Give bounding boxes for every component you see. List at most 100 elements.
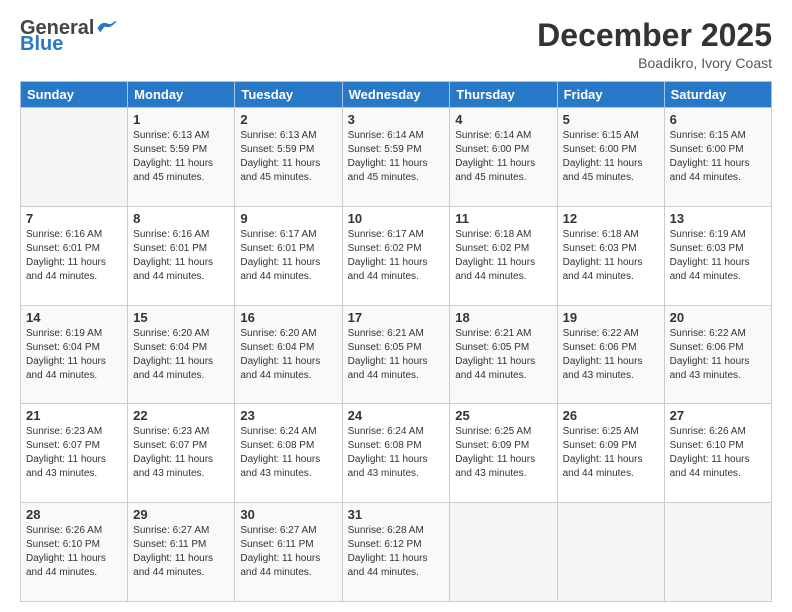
day-of-week-header: Friday [557, 82, 664, 108]
day-number: 29 [133, 507, 229, 522]
day-info: Sunrise: 6:16 AM Sunset: 6:01 PM Dayligh… [133, 228, 229, 284]
calendar-cell: 21Sunrise: 6:23 AM Sunset: 6:07 PM Dayli… [21, 404, 128, 503]
day-of-week-header: Thursday [450, 82, 557, 108]
day-info: Sunrise: 6:17 AM Sunset: 6:01 PM Dayligh… [240, 228, 336, 284]
calendar-table: SundayMondayTuesdayWednesdayThursdayFrid… [20, 81, 772, 602]
calendar-cell: 26 Sunrise: 6:25 AM Sunset: 6:09 PM Dayli… [557, 404, 664, 503]
day-info: Sunrise: 6:27 AM Sunset: 6:11 PM Dayligh… [240, 524, 336, 580]
day-number: 22 [133, 408, 229, 423]
day-info: Sunrise: 6:19 AM Sunset: 6:03 PM Dayligh… [670, 228, 766, 284]
calendar-week-row: 7Sunrise: 6:16 AM Sunset: 6:01 PM Daylig… [21, 206, 772, 305]
day-info: Sunrise: 6:17 AM Sunset: 6:02 PM Dayligh… [348, 228, 445, 284]
day-info: Sunrise: 6:13 AM Sunset: 5:59 PM Dayligh… [133, 129, 229, 185]
calendar-cell: 24Sunrise: 6:24 AM Sunset: 6:08 PM Dayli… [342, 404, 450, 503]
day-number: 28 [26, 507, 122, 522]
day-info: Sunrise: 6:18 AM Sunset: 6:03 PM Dayligh… [563, 228, 659, 284]
day-info: Sunrise: 6:23 AM Sunset: 6:07 PM Dayligh… [133, 425, 229, 481]
day-number: 19 [563, 310, 659, 325]
day-number: 18 [455, 310, 551, 325]
logo-blue: Blue [20, 34, 118, 54]
calendar-week-row: 14 Sunrise: 6:19 AM Sunset: 6:04 PM Dayli… [21, 305, 772, 404]
day-info: Sunrise: 6:26 AM Sunset: 6:10 PM Dayligh… [670, 425, 766, 481]
calendar-cell: 1 Sunrise: 6:13 AM Sunset: 5:59 PM Daylig… [128, 108, 235, 207]
day-info: Sunrise: 6:21 AM Sunset: 6:05 PM Dayligh… [348, 327, 445, 383]
day-info: Sunrise: 6:25 AM Sunset: 6:09 PM Dayligh… [455, 425, 551, 481]
calendar-cell: 6 Sunrise: 6:15 AM Sunset: 6:00 PM Daylig… [664, 108, 771, 207]
day-number: 6 [670, 112, 766, 127]
logo-name: General Blue [20, 18, 118, 54]
calendar-cell: 12 Sunrise: 6:18 AM Sunset: 6:03 PM Dayli… [557, 206, 664, 305]
day-info: Sunrise: 6:25 AM Sunset: 6:09 PM Dayligh… [563, 425, 659, 481]
day-info: Sunrise: 6:20 AM Sunset: 6:04 PM Dayligh… [133, 327, 229, 383]
day-number: 3 [348, 112, 445, 127]
calendar-cell: 18Sunrise: 6:21 AM Sunset: 6:05 PM Dayli… [450, 305, 557, 404]
calendar-cell: 16Sunrise: 6:20 AM Sunset: 6:04 PM Dayli… [235, 305, 342, 404]
day-info: Sunrise: 6:18 AM Sunset: 6:02 PM Dayligh… [455, 228, 551, 284]
calendar-cell [21, 108, 128, 207]
calendar-cell: 20 Sunrise: 6:22 AM Sunset: 6:06 PM Dayli… [664, 305, 771, 404]
day-info: Sunrise: 6:15 AM Sunset: 6:00 PM Dayligh… [563, 129, 659, 185]
day-of-week-header: Monday [128, 82, 235, 108]
page: General Blue December 2025 Boadikro, Ivo… [0, 0, 792, 612]
calendar-cell [664, 503, 771, 602]
day-info: Sunrise: 6:22 AM Sunset: 6:06 PM Dayligh… [563, 327, 659, 383]
day-of-week-header: Saturday [664, 82, 771, 108]
calendar-cell: 4 Sunrise: 6:14 AM Sunset: 6:00 PM Daylig… [450, 108, 557, 207]
calendar-cell: 29 Sunrise: 6:27 AM Sunset: 6:11 PM Dayli… [128, 503, 235, 602]
day-number: 15 [133, 310, 229, 325]
calendar-cell: 17 Sunrise: 6:21 AM Sunset: 6:05 PM Dayli… [342, 305, 450, 404]
day-number: 21 [26, 408, 122, 423]
day-info: Sunrise: 6:20 AM Sunset: 6:04 PM Dayligh… [240, 327, 336, 383]
calendar-cell: 11 Sunrise: 6:18 AM Sunset: 6:02 PM Dayli… [450, 206, 557, 305]
day-number: 13 [670, 211, 766, 226]
calendar-week-row: 21 Sunrise: 6:23 AM Sunset: 6:07 PM Dayli… [21, 404, 772, 503]
day-info: Sunrise: 6:19 AM Sunset: 6:04 PM Dayligh… [26, 327, 122, 383]
day-number: 24 [348, 408, 445, 423]
day-number: 9 [240, 211, 336, 226]
subtitle: Boadikro, Ivory Coast [537, 55, 772, 71]
day-number: 14 [26, 310, 122, 325]
title-block: December 2025 Boadikro, Ivory Coast [537, 18, 772, 71]
calendar-week-row: 1 Sunrise: 6:13 AM Sunset: 5:59 PM Daylig… [21, 108, 772, 207]
day-of-week-header: Wednesday [342, 82, 450, 108]
day-number: 25 [455, 408, 551, 423]
calendar-cell: 14 Sunrise: 6:19 AM Sunset: 6:04 PM Dayli… [21, 305, 128, 404]
calendar-cell: 25 Sunrise: 6:25 AM Sunset: 6:09 PM Dayli… [450, 404, 557, 503]
day-number: 10 [348, 211, 445, 226]
day-info: Sunrise: 6:24 AM Sunset: 6:08 PM Dayligh… [240, 425, 336, 481]
calendar-cell: 2Sunrise: 6:13 AM Sunset: 5:59 PM Daylig… [235, 108, 342, 207]
day-number: 31 [348, 507, 445, 522]
day-info: Sunrise: 6:14 AM Sunset: 5:59 PM Dayligh… [348, 129, 445, 185]
calendar-week-row: 28 Sunrise: 6:26 AM Sunset: 6:10 PM Dayli… [21, 503, 772, 602]
calendar-body: 1 Sunrise: 6:13 AM Sunset: 5:59 PM Daylig… [21, 108, 772, 602]
day-info: Sunrise: 6:22 AM Sunset: 6:06 PM Dayligh… [670, 327, 766, 383]
day-number: 23 [240, 408, 336, 423]
logo: General Blue [20, 18, 118, 54]
header: General Blue December 2025 Boadikro, Ivo… [20, 18, 772, 71]
day-number: 26 [563, 408, 659, 423]
day-of-week-header: Tuesday [235, 82, 342, 108]
day-info: Sunrise: 6:27 AM Sunset: 6:11 PM Dayligh… [133, 524, 229, 580]
calendar-cell [557, 503, 664, 602]
day-number: 4 [455, 112, 551, 127]
day-number: 12 [563, 211, 659, 226]
calendar-cell: 7Sunrise: 6:16 AM Sunset: 6:01 PM Daylig… [21, 206, 128, 305]
day-number: 1 [133, 112, 229, 127]
days-of-week-row: SundayMondayTuesdayWednesdayThursdayFrid… [21, 82, 772, 108]
calendar-cell: 9 Sunrise: 6:17 AM Sunset: 6:01 PM Daylig… [235, 206, 342, 305]
day-number: 11 [455, 211, 551, 226]
day-info: Sunrise: 6:13 AM Sunset: 5:59 PM Dayligh… [240, 129, 336, 185]
calendar-cell: 15 Sunrise: 6:20 AM Sunset: 6:04 PM Dayli… [128, 305, 235, 404]
calendar-cell [450, 503, 557, 602]
day-number: 20 [670, 310, 766, 325]
calendar-cell: 19 Sunrise: 6:22 AM Sunset: 6:06 PM Dayli… [557, 305, 664, 404]
day-number: 30 [240, 507, 336, 522]
calendar-cell: 5Sunrise: 6:15 AM Sunset: 6:00 PM Daylig… [557, 108, 664, 207]
calendar-cell: 27Sunrise: 6:26 AM Sunset: 6:10 PM Dayli… [664, 404, 771, 503]
day-number: 8 [133, 211, 229, 226]
day-number: 17 [348, 310, 445, 325]
day-info: Sunrise: 6:26 AM Sunset: 6:10 PM Dayligh… [26, 524, 122, 580]
day-info: Sunrise: 6:14 AM Sunset: 6:00 PM Dayligh… [455, 129, 551, 185]
day-info: Sunrise: 6:15 AM Sunset: 6:00 PM Dayligh… [670, 129, 766, 185]
day-info: Sunrise: 6:28 AM Sunset: 6:12 PM Dayligh… [348, 524, 445, 580]
